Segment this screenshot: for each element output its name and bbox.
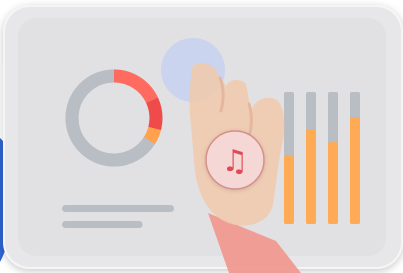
equalizer-bar-fill: [284, 155, 294, 224]
illustration-svg: ♫: [0, 0, 403, 273]
equalizer-bar-fill: [350, 117, 360, 224]
music-button[interactable]: ♫: [205, 130, 265, 190]
equalizer-bar-fill: [328, 142, 338, 224]
music-note-icon: ♫: [222, 144, 249, 179]
text-line-placeholder: [62, 205, 174, 212]
dashboard-illustration: ♫: [0, 0, 403, 273]
text-line-placeholder: [62, 221, 143, 228]
equalizer-bar-fill: [306, 128, 316, 224]
